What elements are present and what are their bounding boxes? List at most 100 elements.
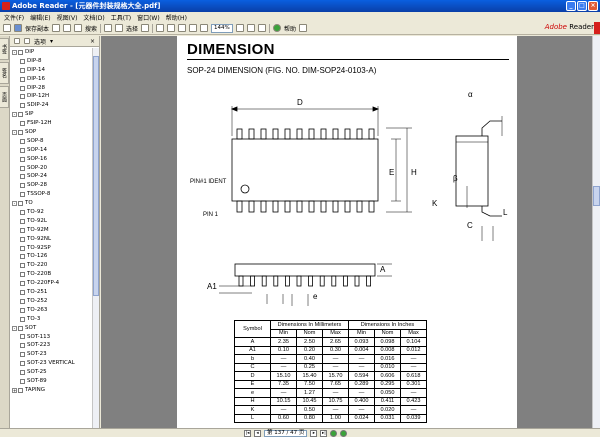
print-icon[interactable] (52, 24, 61, 32)
bookmark-item[interactable]: TO-92NL (10, 235, 93, 244)
bookmark-item[interactable]: TO-126 (10, 252, 93, 261)
help-button[interactable]: 帮助 (284, 24, 296, 33)
symbol-cell: A (234, 337, 271, 347)
bookmark-item[interactable]: SOP-14 (10, 146, 93, 155)
previous-view-icon[interactable] (330, 430, 338, 437)
scroll-thumb[interactable] (593, 186, 600, 206)
bookmark-group[interactable]: - DIP (10, 48, 93, 57)
close-panel-icon[interactable]: × (90, 38, 95, 45)
save-icon[interactable] (14, 24, 22, 32)
next-page-button[interactable]: ▸ (310, 430, 318, 437)
save-copy-button[interactable]: 保存副本 (25, 24, 49, 33)
bookmark-item[interactable]: SOP-24 (10, 172, 93, 181)
bookmark-item[interactable]: DIP-12H (10, 92, 93, 101)
page-layout-icon[interactable] (258, 24, 267, 32)
bookmark-item[interactable]: SOT-25 (10, 368, 93, 377)
menu-window[interactable]: 窗口(W) (137, 13, 160, 22)
collapse-icon[interactable]: - (12, 201, 17, 207)
first-page-button[interactable]: |◂ (244, 430, 251, 437)
collapse-icon[interactable]: - (12, 129, 17, 135)
tab-pages[interactable]: 页面 (0, 86, 9, 108)
snapshot-icon[interactable] (141, 24, 150, 32)
zoom-field[interactable]: 144% (211, 23, 234, 33)
tab-bookmarks[interactable]: 书签 (0, 38, 9, 60)
bookmark-item[interactable]: DIP-14 (10, 66, 93, 75)
bookmark-item[interactable]: TO-252 (10, 297, 93, 306)
bookmark-item[interactable]: TO-220 (10, 261, 93, 270)
bookmark-item[interactable]: TO-92SP (10, 244, 93, 253)
last-page-button[interactable]: ▸| (320, 430, 328, 437)
menu-tools[interactable]: 工具(T) (111, 13, 131, 22)
close-button[interactable]: × (588, 1, 598, 11)
bookmark-item[interactable]: SOP-8 (10, 137, 93, 146)
bookmark-new-icon[interactable] (14, 38, 20, 44)
fit-page-icon[interactable] (189, 24, 198, 32)
bookmark-item[interactable]: TO-92 (10, 208, 93, 217)
bookmark-group[interactable]: - SIP (10, 110, 93, 119)
search-button[interactable]: 搜索 (85, 24, 97, 33)
search-icon[interactable] (74, 24, 83, 32)
bookmark-item[interactable]: TO-263 (10, 306, 93, 315)
bookmark-group[interactable]: - SOP (10, 128, 93, 137)
bookmark-group[interactable]: + TAPING (10, 386, 93, 395)
menu-view[interactable]: 视图(V) (57, 13, 78, 22)
bookmark-item[interactable]: SOT-223 (10, 341, 93, 350)
maximize-button[interactable]: □ (577, 1, 587, 11)
collapse-icon[interactable]: - (12, 112, 17, 118)
chevron-down-icon[interactable]: ▾ (50, 38, 53, 45)
bookmark-item[interactable]: DIP-28 (10, 84, 93, 93)
hand-tool-icon[interactable] (104, 24, 113, 32)
bookmark-group[interactable]: - SOT (10, 324, 93, 333)
bookmark-item[interactable]: SOT-23 VERTICAL (10, 359, 93, 368)
actual-size-icon[interactable] (178, 24, 187, 32)
options-menu[interactable]: 选项 (34, 37, 46, 46)
bookmark-item[interactable]: SOT-23 (10, 350, 93, 359)
bookmark-delete-icon[interactable] (24, 38, 30, 44)
bookmark-item[interactable]: TO-220B (10, 270, 93, 279)
page-number-field[interactable]: 第 137 / 47 页 (264, 430, 308, 437)
bookmark-item[interactable]: FSIP-12H (10, 119, 93, 128)
fit-width-icon[interactable] (200, 24, 209, 32)
bookmark-item[interactable]: DIP-16 (10, 75, 93, 84)
bookmark-item[interactable]: TO-251 (10, 288, 93, 297)
document-scrollbar[interactable] (592, 36, 600, 428)
open-icon[interactable] (3, 24, 11, 32)
scroll-thumb[interactable] (93, 56, 99, 296)
menu-edit[interactable]: 编辑(E) (30, 13, 50, 22)
menu-document[interactable]: 文档(D) (83, 13, 104, 22)
bookmark-item[interactable]: SOP-16 (10, 155, 93, 164)
next-view-icon[interactable] (340, 430, 348, 437)
collapse-icon[interactable]: - (12, 49, 17, 55)
previous-page-button[interactable]: ◂ (254, 430, 261, 437)
bookmark-item[interactable]: TO-220FP-4 (10, 279, 93, 288)
bookmark-item[interactable]: SOP-28 (10, 181, 93, 190)
help-icon[interactable] (273, 24, 282, 32)
bookmark-page-icon (20, 245, 25, 251)
zoom-in-icon[interactable] (156, 24, 165, 32)
collapse-icon[interactable]: - (12, 325, 17, 331)
bookmark-item[interactable]: SOT-89 (10, 377, 93, 386)
rotate-icon[interactable] (247, 24, 256, 32)
bookmark-item[interactable]: TO-3 (10, 315, 93, 324)
zoom-dropdown-icon[interactable] (236, 24, 245, 32)
bookmark-item[interactable]: TO-92M (10, 226, 93, 235)
zoom-out-icon[interactable] (167, 24, 176, 32)
select-button[interactable]: 选择 (126, 24, 138, 33)
bookmark-item[interactable]: SDIP-24 (10, 101, 93, 110)
menu-file[interactable]: 文件(F) (4, 13, 24, 22)
bookmark-item[interactable]: SOT-113 (10, 333, 93, 342)
panel-scrollbar[interactable] (92, 48, 99, 428)
value-cell: — (270, 388, 297, 398)
yahoo-icon[interactable] (299, 24, 308, 32)
bookmark-item[interactable]: SOP-20 (10, 164, 93, 173)
bookmark-group[interactable]: - TO (10, 199, 93, 208)
menu-help[interactable]: 帮助(H) (166, 13, 187, 22)
bookmark-item[interactable]: DIP-8 (10, 57, 93, 66)
bookmark-item[interactable]: TSSOP-8 (10, 190, 93, 199)
minimize-button[interactable]: _ (566, 1, 576, 11)
tab-signatures[interactable]: 签名 (0, 62, 9, 84)
select-tool-icon[interactable] (115, 24, 124, 32)
email-icon[interactable] (63, 24, 72, 32)
bookmark-item[interactable]: TO-92L (10, 217, 93, 226)
expand-icon[interactable]: + (12, 387, 17, 393)
